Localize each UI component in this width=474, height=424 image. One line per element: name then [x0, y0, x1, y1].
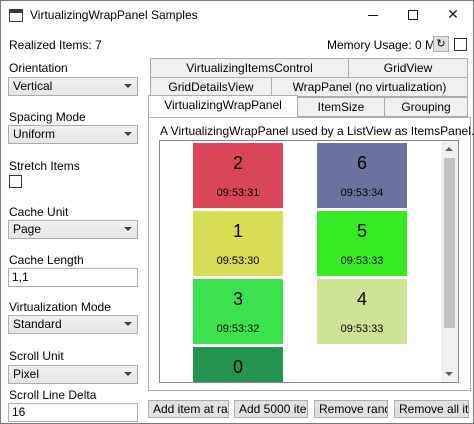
scroll-line-delta-label: Scroll Line Delta — [9, 388, 97, 402]
chevron-down-icon — [124, 372, 132, 376]
refresh-icon: ↻ — [436, 37, 446, 50]
tab-virtualizing-items-control[interactable]: VirtualizingItemsControl — [150, 58, 349, 78]
remove-random-button[interactable]: Remove rando — [314, 400, 388, 418]
title-bar: VirtualizingWrapPanel Samples ✕ — [1, 1, 473, 31]
item-number: 0 — [232, 357, 243, 377]
tab-item-size[interactable]: ItemSize — [297, 97, 385, 117]
cache-length-input[interactable]: 1,1 — [8, 268, 138, 287]
cache-unit-label: Cache Unit — [9, 205, 69, 219]
orientation-value: Vertical — [13, 79, 53, 93]
item-time: 09:53:34 — [340, 187, 384, 199]
cache-unit-combobox[interactable]: Page — [8, 220, 138, 239]
maximize-button[interactable] — [393, 1, 433, 30]
item-time: 09:53:30 — [216, 255, 260, 267]
scroll-line-delta-input[interactable]: 16 — [8, 403, 138, 422]
item-number: 3 — [232, 289, 243, 309]
vertical-scrollbar[interactable] — [441, 141, 458, 382]
cache-length-label: Cache Length — [9, 253, 84, 267]
scroll-unit-combobox[interactable]: Pixel — [8, 365, 138, 384]
item-number: 2 — [232, 153, 243, 173]
memory-usage-label: Memory Usage: 0 MB — [327, 38, 444, 52]
list-item[interactable]: 2 09:53:31 — [193, 143, 283, 208]
close-button[interactable]: ✕ — [433, 1, 473, 30]
scroll-down-icon[interactable] — [441, 365, 458, 382]
remove-all-items-button[interactable]: Remove all iter — [394, 400, 469, 418]
main-window: VirtualizingWrapPanel Samples ✕ Realized… — [0, 0, 474, 424]
virtualization-mode-label: Virtualization Mode — [9, 300, 111, 314]
virtualization-mode-value: Standard — [13, 317, 62, 331]
stretch-items-label: Stretch Items — [9, 159, 80, 173]
list-item[interactable]: 1 09:53:30 — [193, 211, 283, 276]
list-item[interactable]: 5 09:53:33 — [317, 211, 407, 276]
item-number: 1 — [232, 221, 243, 241]
item-time: 09:53:31 — [216, 187, 260, 199]
list-item[interactable]: 0 — [193, 347, 283, 382]
chevron-down-icon — [124, 322, 132, 326]
memory-auto-checkbox[interactable] — [454, 38, 467, 51]
close-icon: ✕ — [447, 7, 459, 23]
scroll-unit-label: Scroll Unit — [9, 349, 64, 363]
item-number: 5 — [356, 221, 367, 241]
item-time: 09:53:33 — [340, 323, 384, 335]
virtualization-mode-combobox[interactable]: Standard — [8, 315, 138, 334]
scroll-unit-value: Pixel — [13, 367, 40, 381]
tab-content-panel: A VirtualizingWrapPanel used by a ListVi… — [148, 117, 474, 391]
stretch-items-checkbox[interactable] — [9, 175, 22, 188]
tab-grid-view[interactable]: GridView — [348, 58, 468, 78]
realized-items-label: Realized Items: 7 — [9, 38, 102, 52]
chevron-down-icon — [124, 84, 132, 88]
orientation-combobox[interactable]: Vertical — [8, 77, 138, 96]
minimize-icon — [368, 14, 378, 16]
tab-grid-details-view[interactable]: GridDetailsView — [150, 77, 272, 97]
scroll-thumb[interactable] — [444, 158, 455, 328]
scroll-up-icon[interactable] — [441, 141, 458, 158]
tab-wrap-panel-no-virtualization[interactable]: WrapPanel (no virtualization) — [271, 77, 468, 97]
minimize-button[interactable] — [353, 1, 393, 30]
spacing-mode-combobox[interactable]: Uniform — [8, 125, 138, 144]
chevron-down-icon — [124, 132, 132, 136]
cache-unit-value: Page — [13, 222, 42, 236]
chevron-down-icon — [124, 227, 132, 231]
list-item[interactable]: 4 09:53:33 — [317, 279, 407, 344]
item-time: 09:53:32 — [216, 323, 260, 335]
tab-virtualizing-wrap-panel[interactable]: VirtualizingWrapPanel — [148, 95, 298, 117]
item-number: 6 — [356, 153, 367, 173]
add-5000-items-button[interactable]: Add 5000 items — [234, 400, 308, 418]
spacing-mode-value: Uniform — [13, 127, 56, 141]
list-item[interactable]: 6 09:53:34 — [317, 143, 407, 208]
item-time: 09:53:33 — [340, 255, 384, 267]
tab-grouping[interactable]: Grouping — [384, 97, 468, 117]
maximize-icon — [408, 10, 418, 20]
app-window-icon — [9, 9, 23, 22]
item-number: 4 — [356, 289, 367, 309]
list-item[interactable]: 3 09:53:32 — [193, 279, 283, 344]
spacing-mode-label: Spacing Mode — [9, 110, 86, 124]
panel-description: A VirtualizingWrapPanel used by a ListVi… — [160, 124, 474, 138]
window-title: VirtualizingWrapPanel Samples — [30, 8, 198, 22]
add-random-item-button[interactable]: Add item at rand — [148, 400, 229, 418]
refresh-memory-button[interactable]: ↻ — [433, 36, 449, 52]
items-listview[interactable]: 2 09:53:31 6 09:53:34 1 09:53:30 5 09:53… — [159, 140, 459, 383]
orientation-label: Orientation — [9, 61, 68, 75]
